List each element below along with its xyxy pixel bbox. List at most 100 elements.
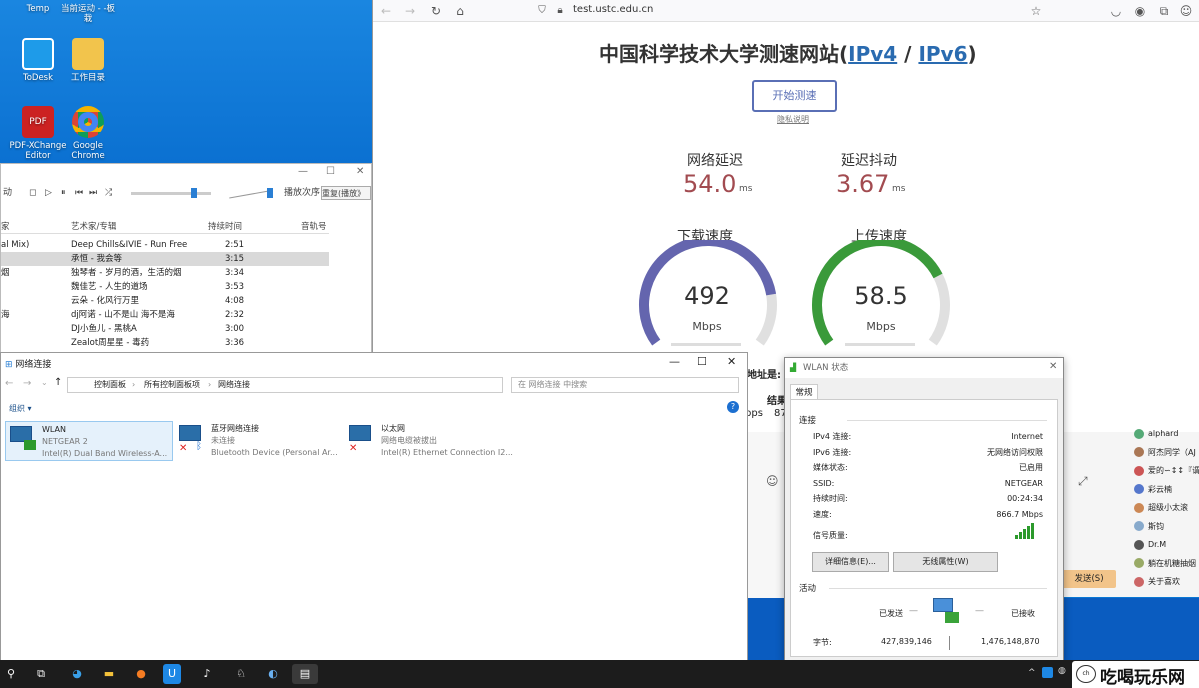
seek-bar[interactable] <box>131 192 211 195</box>
connection-item[interactable]: ✕ 以太网 网络电缆被拔出 Intel(R) Ethernet Connection … <box>345 421 513 461</box>
chat-member[interactable]: 超级小太滚 <box>1134 501 1188 515</box>
chat-member[interactable]: 躺在机糖抽烟 <box>1134 557 1196 571</box>
chat-member[interactable]: 斯钧 <box>1134 520 1164 534</box>
col-duration[interactable]: 持续时间 <box>208 220 242 234</box>
file-explorer-icon[interactable]: ▬ <box>98 664 120 684</box>
pause-icon[interactable]: ⏸ <box>61 184 66 202</box>
playlist-row[interactable]: Zealot周星星 - 毒药 3:36 <box>1 336 329 350</box>
back-icon[interactable]: ← <box>377 2 395 20</box>
stop-icon[interactable]: ◻ <box>29 184 36 202</box>
random-icon[interactable]: ⤮ <box>105 184 112 202</box>
chat-member[interactable]: 爱的∽↕↕『谓 <box>1134 464 1199 478</box>
up-icon[interactable]: ↑ <box>54 377 62 388</box>
track-title: 烟 <box>1 268 10 278</box>
detail-value: 无网络访问权限 <box>987 447 1043 457</box>
order-select[interactable]: 重复(播放》 <box>321 186 371 200</box>
volume-handle[interactable] <box>267 188 273 198</box>
search-input[interactable]: 在 网络连接 中搜索 <box>511 377 739 393</box>
home-icon[interactable]: ⌂ <box>451 2 469 20</box>
playlist-row[interactable]: 海 dj阿诺 - 山不是山 海不是海 2:32 <box>1 308 329 322</box>
close-icon[interactable]: ✕ <box>1049 361 1057 372</box>
pocket-icon[interactable]: ◡ <box>1107 2 1125 20</box>
track-artist: 独琴者 - 岁月的酒，生活的烟 <box>71 268 182 278</box>
desktop-icon-chrome[interactable]: Google Chrome <box>58 106 118 161</box>
tray-app-icon[interactable] <box>1042 667 1053 678</box>
col-title[interactable]: 家 <box>1 220 10 234</box>
send-button[interactable]: 发送(S) <box>1062 570 1116 588</box>
extensions-icon[interactable]: ⧉ <box>1155 2 1173 20</box>
menu-icon[interactable]: ☺ <box>1177 2 1195 20</box>
wlan-status-dialog: WLAN 状态 ▟ ✕ 常规 连接 IPv4 连接: Internet IPv6 连… <box>784 357 1064 662</box>
breadcrumb-item[interactable]: 网络连接 <box>218 378 250 392</box>
game-icon[interactable]: ◐ <box>262 664 284 684</box>
edge-icon[interactable]: ◕ <box>66 664 88 684</box>
breadcrumb[interactable]: 控制面板 › 所有控制面板项 › 网络连接 <box>67 377 503 393</box>
playlist-row[interactable]: 烟 独琴者 - 岁月的酒，生活的烟 3:34 <box>1 266 329 280</box>
prev-icon[interactable]: ⏮ <box>75 184 83 202</box>
todesk-icon <box>22 38 54 70</box>
next-icon[interactable]: ⏭ <box>89 184 97 202</box>
organize-button[interactable]: 组织 ▾ <box>9 403 32 414</box>
chat-member[interactable]: Dr.M <box>1134 538 1166 552</box>
ipv6-link[interactable]: IPv6 <box>918 42 967 66</box>
search-icon[interactable]: ⚲ <box>0 664 22 684</box>
ipv4-link[interactable]: IPv4 <box>848 42 897 66</box>
breadcrumb-item[interactable]: 控制面板 <box>94 378 126 392</box>
tray-chevron-icon[interactable]: ^ <box>1028 668 1036 678</box>
forward-icon[interactable]: → <box>401 2 419 20</box>
playlist-row[interactable]: 承恒 - 我会等 3:15 <box>1 252 329 266</box>
dropdown-icon[interactable]: ⌄ <box>41 378 48 387</box>
maximize-icon[interactable]: ☐ <box>326 166 335 177</box>
col-track[interactable]: 音轨号 <box>301 220 327 234</box>
volume-slider[interactable] <box>229 190 269 199</box>
breadcrumb-item[interactable]: 所有控制面板项 <box>144 378 200 392</box>
account-icon[interactable]: ◉ <box>1131 2 1149 20</box>
tab-general[interactable]: 常规 <box>790 384 818 400</box>
divider <box>829 588 1047 589</box>
playlist-row[interactable]: 云朵 - 化风行万里 4:08 <box>1 294 329 308</box>
bookmark-star-icon[interactable]: ☆ <box>1027 2 1045 20</box>
firefox-icon[interactable]: ● <box>130 664 152 684</box>
help-icon[interactable]: ? <box>727 401 739 413</box>
playlist-row[interactable]: DJ小鱼儿 - 黑桃A 3:00 <box>1 322 329 336</box>
track-duration: 3:36 <box>225 338 245 348</box>
playlist-row[interactable]: 魏佳艺 - 人生的道场 3:53 <box>1 280 329 294</box>
connection-item[interactable]: ✕ ᛒ 蓝牙网络连接 未连接 Bluetooth Device (Personal Ar… <box>175 421 343 461</box>
music-player-taskbar-icon[interactable]: ♪ <box>196 664 218 684</box>
avatar <box>1134 539 1144 550</box>
chat-member[interactable]: 关于喜欢 <box>1134 575 1180 589</box>
url-text[interactable]: test.ustc.edu.cn <box>573 4 653 15</box>
reload-icon[interactable]: ↻ <box>427 2 445 20</box>
task-view-icon[interactable]: ⧉ <box>30 664 52 684</box>
member-name: 彩云楠 <box>1148 484 1172 494</box>
desktop-icon-folder[interactable]: 当前运动 - -板栽 <box>58 4 118 24</box>
forward-icon[interactable]: → <box>23 378 31 389</box>
lock-icon[interactable]: 🔒︎ <box>551 2 569 20</box>
desktop-icon-workdir[interactable]: 工作目录 <box>58 38 118 83</box>
minimize-icon[interactable]: — <box>669 355 680 368</box>
col-artist[interactable]: 艺术家/专辑 <box>71 220 116 234</box>
shield-icon[interactable]: ⛉ <box>533 2 551 20</box>
fox-icon[interactable]: ♘ <box>230 664 252 684</box>
privacy-link[interactable]: 隐私说明 <box>777 114 809 125</box>
connection-item[interactable]: WLAN NETGEAR 2 Intel(R) Dual Band Wireless… <box>5 421 173 461</box>
chat-member[interactable]: alphard <box>1134 427 1178 441</box>
back-icon[interactable]: ← <box>5 378 13 389</box>
chat-member[interactable]: 彩云楠 <box>1134 483 1172 497</box>
close-icon[interactable]: ✕ <box>727 355 736 368</box>
play-icon[interactable]: ▷ <box>45 184 52 202</box>
todesk-taskbar-icon[interactable]: U <box>163 664 181 684</box>
start-test-button[interactable]: 开始测速 <box>752 80 837 112</box>
details-button[interactable]: 详细信息(E)... <box>812 552 889 572</box>
chat-member[interactable]: 阿杰同学（AJ <box>1134 446 1196 460</box>
emoji-icon[interactable]: ☺ <box>766 474 779 488</box>
tray-icon[interactable]: ◍ <box>1058 666 1066 676</box>
close-icon[interactable]: ✕ <box>356 166 364 177</box>
maximize-icon[interactable]: ☐ <box>697 355 707 368</box>
network-connections-taskbar-icon[interactable]: ▤ <box>292 664 318 684</box>
expand-icon[interactable]: ⤢ <box>1078 474 1088 489</box>
playlist-row[interactable]: al Mix) Deep Chills&IVIE - Run Free 2:51 <box>1 238 329 252</box>
minimize-icon[interactable]: — <box>298 166 308 177</box>
seek-handle[interactable] <box>191 188 197 198</box>
wireless-properties-button[interactable]: 无线属性(W) <box>893 552 998 572</box>
